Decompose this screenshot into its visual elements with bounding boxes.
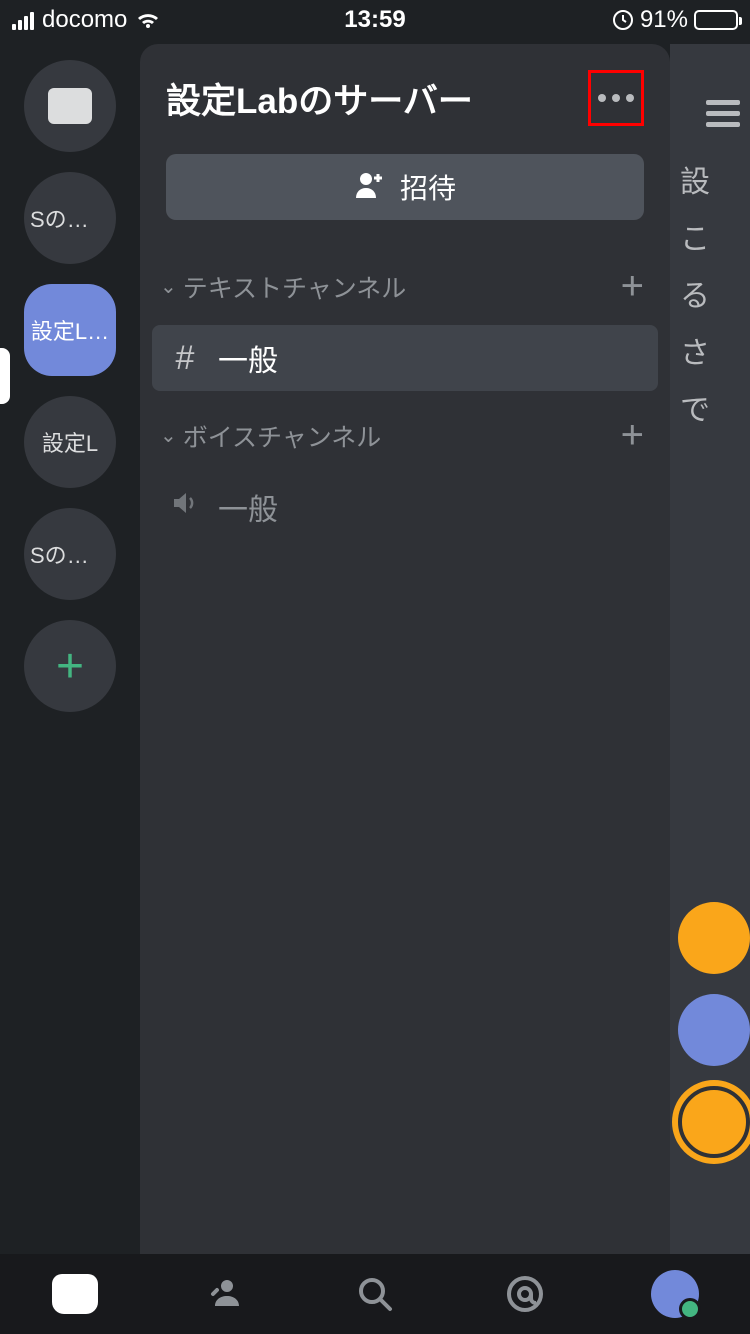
text-channel-item[interactable]: # 一般: [152, 325, 658, 391]
add-server-button[interactable]: +: [24, 620, 116, 712]
welcome-text-fragment: 設 こ る さ で: [680, 154, 710, 439]
server-icon-label: 設定L: [42, 426, 98, 458]
hash-icon: #: [168, 339, 202, 378]
carrier-label: docomo: [42, 6, 127, 34]
active-server-indicator: [0, 348, 10, 404]
speaker-icon: [168, 488, 202, 527]
friends-icon: [203, 1272, 247, 1316]
server-icon[interactable]: Sのサ…: [24, 508, 116, 600]
cellular-signal-icon: [12, 10, 34, 30]
category-name: テキストチャンネル: [183, 269, 407, 305]
tab-friends[interactable]: [195, 1264, 255, 1324]
battery-percent: 91%: [640, 6, 688, 34]
person-add-icon: [354, 170, 386, 205]
ellipsis-icon: [598, 94, 634, 102]
search-icon: [353, 1272, 397, 1316]
add-channel-button[interactable]: +: [621, 264, 644, 309]
add-channel-button[interactable]: +: [621, 413, 644, 458]
clock: 13:59: [344, 6, 405, 34]
speech-bubble-icon: [48, 88, 92, 124]
at-icon: [503, 1272, 547, 1316]
hamburger-icon: [706, 100, 740, 127]
plus-icon: +: [56, 639, 84, 694]
channel-category-header[interactable]: ⌄ ボイスチャンネル +: [140, 395, 670, 470]
tab-home[interactable]: [45, 1264, 105, 1324]
chevron-down-icon: ⌄: [160, 274, 177, 299]
chevron-down-icon: ⌄: [160, 423, 177, 448]
server-icon-label: Sのサ…: [30, 202, 110, 234]
tab-mentions[interactable]: [495, 1264, 555, 1324]
bottom-tab-bar: [0, 1254, 750, 1334]
orientation-lock-icon: [612, 9, 634, 31]
channel-name: 一般: [218, 485, 278, 529]
direct-messages-button[interactable]: [24, 60, 116, 152]
server-menu-button[interactable]: [588, 70, 644, 126]
channel-panel: 設定Labのサーバー 招待 ⌄ テキストチャンネル + # 一般: [140, 44, 670, 1254]
server-icon[interactable]: Sのサ…: [24, 172, 116, 264]
channel-view-preview[interactable]: 設 こ る さ で: [670, 44, 750, 1254]
server-title: 設定Labのサーバー: [166, 73, 473, 124]
avatar: [678, 994, 750, 1066]
category-name: ボイスチャンネル: [183, 418, 382, 454]
server-rail: Sのサ… 設定L… 設定L Sのサ… +: [0, 40, 140, 1254]
discord-icon: [52, 1274, 98, 1314]
server-icon-label: Sのサ…: [30, 538, 110, 570]
server-icon[interactable]: 設定L: [24, 396, 116, 488]
invite-label: 招待: [400, 167, 456, 207]
channel-name: 一般: [218, 336, 278, 380]
tab-profile[interactable]: [645, 1264, 705, 1324]
wifi-icon: [135, 10, 161, 30]
user-avatar-icon: [651, 1270, 699, 1318]
status-bar: docomo 13:59 91%: [0, 0, 750, 40]
invite-button[interactable]: 招待: [166, 154, 644, 220]
avatar: [678, 902, 750, 974]
battery-icon: [694, 10, 738, 30]
server-icon-active[interactable]: 設定L…: [24, 284, 116, 376]
tab-search[interactable]: [345, 1264, 405, 1324]
avatar: [678, 1086, 750, 1158]
server-icon-label: 設定L…: [31, 314, 109, 346]
voice-channel-item[interactable]: 一般: [152, 474, 658, 540]
server-header: 設定Labのサーバー: [140, 44, 670, 146]
channel-category-header[interactable]: ⌄ テキストチャンネル +: [140, 246, 670, 321]
